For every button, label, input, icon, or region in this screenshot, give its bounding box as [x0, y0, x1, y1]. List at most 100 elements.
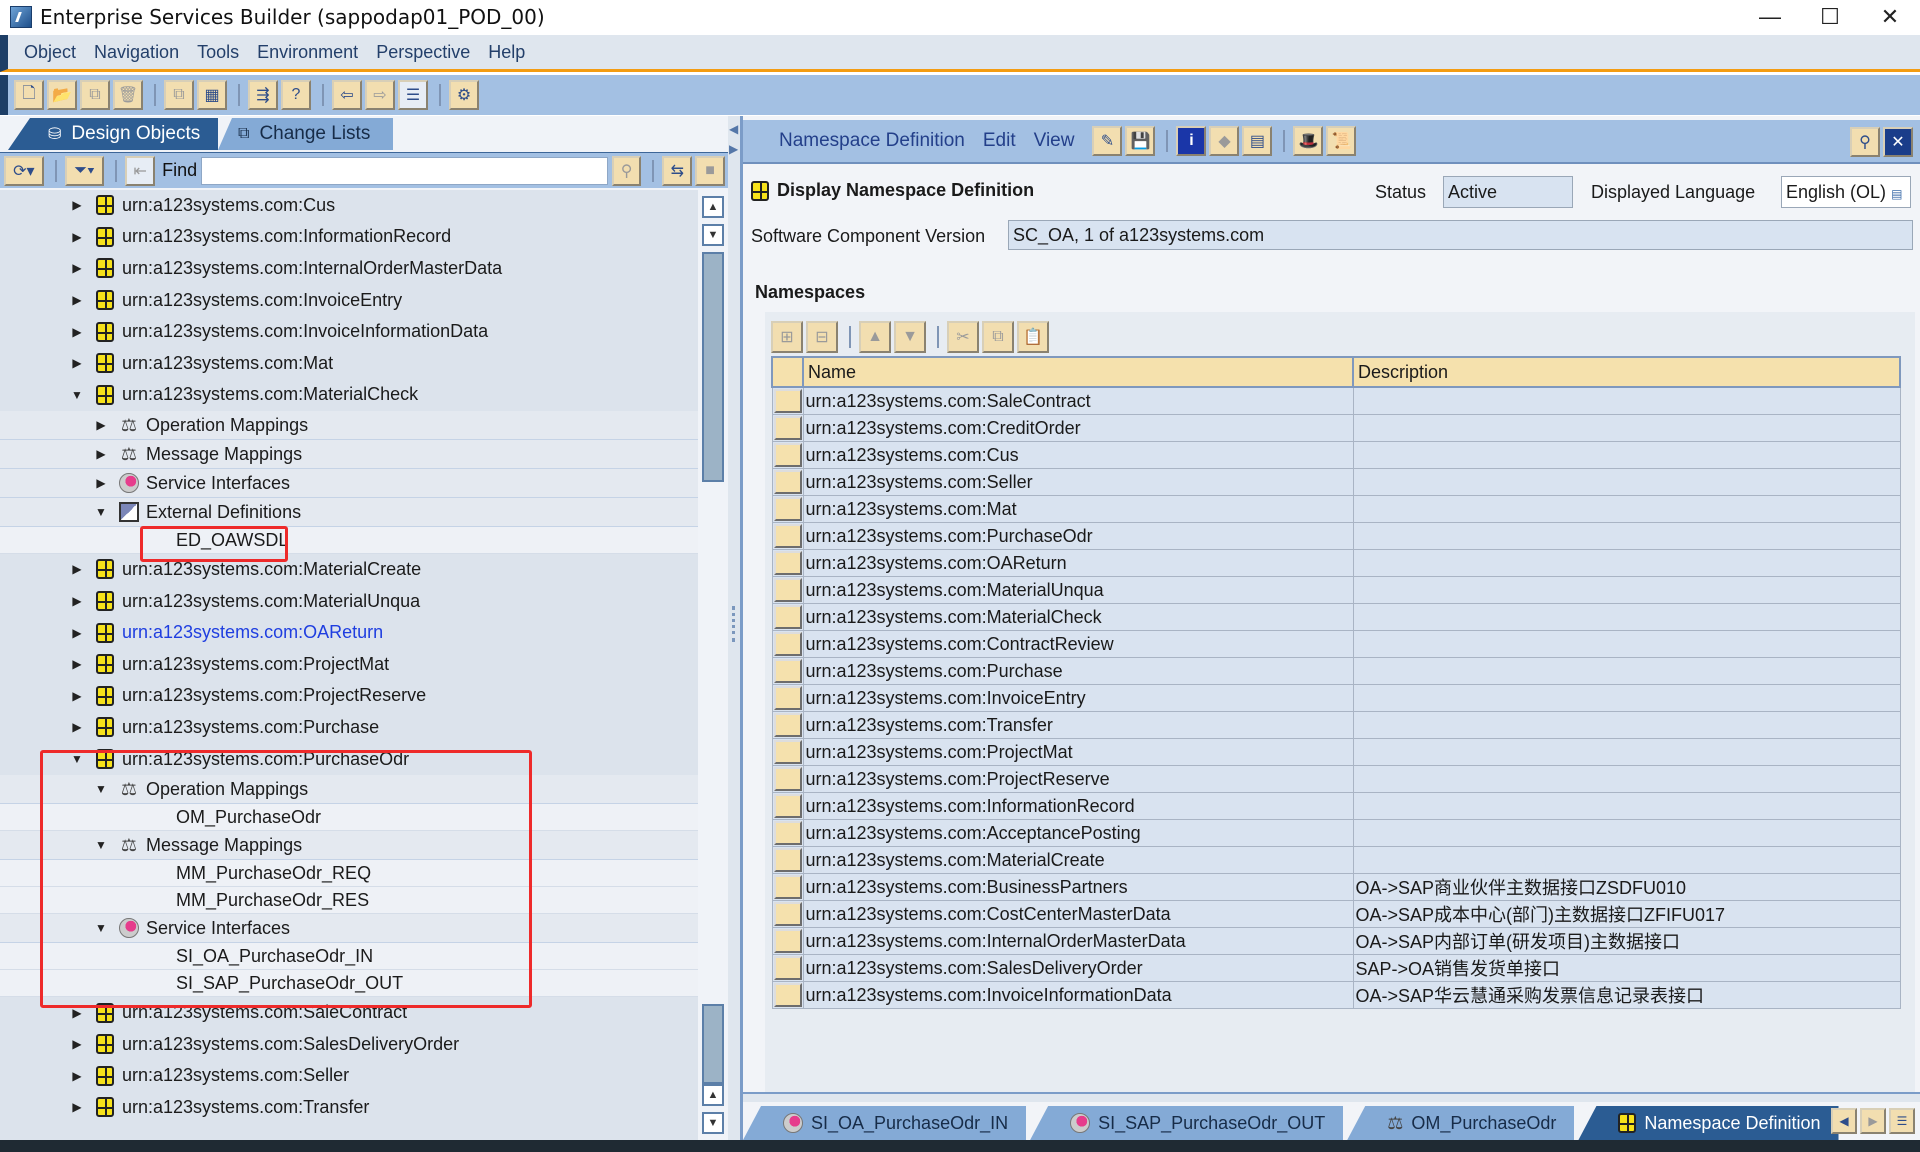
binoculars-icon[interactable]: ⚲ [611, 155, 642, 186]
scrollbar-thumb[interactable] [702, 1004, 724, 1084]
row-selector[interactable] [771, 846, 804, 874]
namespace-name-cell[interactable]: urn:a123systems.com:ContractReview [802, 630, 1354, 658]
expand-arrow-right-icon[interactable]: ▶ [94, 447, 108, 461]
expand-arrow-right-icon[interactable]: ▶ [70, 1006, 84, 1020]
scroll-up-button[interactable]: ▲ [702, 1084, 724, 1106]
table-row[interactable]: urn:a123systems.com:Mat [771, 495, 1901, 523]
sync-button[interactable]: ⇆ [662, 155, 693, 186]
menu-help[interactable]: Help [488, 42, 525, 63]
row-selector[interactable] [771, 900, 804, 928]
namespace-name-cell[interactable]: urn:a123systems.com:SalesDeliveryOrder [802, 954, 1354, 982]
expand-arrow-right-icon[interactable]: ▶ [70, 562, 84, 576]
namespace-name-cell[interactable]: urn:a123systems.com:ProjectReserve [802, 765, 1354, 793]
row-selector[interactable] [771, 603, 804, 631]
expand-arrow-right-icon[interactable]: ▶ [70, 720, 84, 734]
close-editor-icon[interactable]: ✕ [1883, 127, 1913, 157]
row-selector[interactable] [771, 414, 804, 442]
tree-item[interactable]: ▼ ⚖ Operation Mappings [0, 775, 698, 805]
namespace-name-cell[interactable]: urn:a123systems.com:Mat [802, 495, 1354, 523]
namespace-name-cell[interactable]: urn:a123systems.com:CostCenterMasterData [802, 900, 1354, 928]
table-row[interactable]: urn:a123systems.com:Purchase [771, 657, 1901, 685]
table-row[interactable]: urn:a123systems.com:CostCenterMasterData… [771, 900, 1901, 928]
expand-arrow-right-icon[interactable]: ▶ [70, 1037, 84, 1051]
row-selector[interactable] [771, 386, 804, 415]
language-select[interactable]: English (OL) ▤ [1781, 176, 1911, 208]
menu-edit[interactable]: Edit [983, 130, 1016, 152]
tree-item[interactable]: ▶ urn:a123systems.com:OAReturn [0, 617, 698, 649]
table-row[interactable]: urn:a123systems.com:MaterialCheck [771, 603, 1901, 631]
namespace-name-cell[interactable]: urn:a123systems.com:Seller [802, 468, 1354, 496]
collapse-left-icon[interactable]: ◀ [729, 122, 738, 136]
tree-scrollbar[interactable]: ▲ ▼ ▲ ▼ [698, 190, 728, 1140]
where-used-button[interactable]: ⇶ [248, 80, 278, 110]
tree-item[interactable]: SI_SAP_PurchaseOdr_OUT [0, 970, 698, 998]
menu-view[interactable]: View [1034, 130, 1075, 152]
tab-prev-icon[interactable]: ◀ [1831, 1108, 1857, 1134]
menu-tools[interactable]: Tools [197, 42, 239, 63]
stop-button[interactable]: ■ [695, 155, 725, 186]
tree-item[interactable]: ▶ urn:a123systems.com:ProjectReserve [0, 681, 698, 713]
namespace-name-cell[interactable]: urn:a123systems.com:InvoiceEntry [802, 684, 1354, 712]
paste-icon[interactable]: 📋 [1017, 321, 1049, 353]
close-button[interactable]: ✕ [1860, 0, 1920, 34]
expand-arrow-down-icon[interactable]: ▼ [94, 782, 108, 796]
table-row[interactable]: urn:a123systems.com:OAReturn [771, 549, 1901, 577]
row-selector[interactable] [771, 657, 804, 685]
namespace-name-cell[interactable]: urn:a123systems.com:InformationRecord [802, 792, 1354, 820]
namespace-description-cell[interactable] [1352, 441, 1901, 469]
find-input[interactable] [201, 156, 608, 185]
help-doc-button[interactable]: ? [281, 80, 311, 110]
collapse-find-button[interactable]: ⇤ [125, 155, 156, 186]
namespace-description-cell[interactable] [1352, 846, 1901, 874]
row-selector[interactable] [771, 495, 804, 523]
expand-arrow-right-icon[interactable]: ▶ [70, 356, 84, 370]
tree-item[interactable]: ▶ urn:a123systems.com:Mat [0, 348, 698, 380]
namespace-name-cell[interactable]: urn:a123systems.com:MaterialCreate [802, 846, 1354, 874]
expand-arrow-right-icon[interactable]: ▶ [70, 1069, 84, 1083]
tree-item[interactable]: ▼ urn:a123systems.com:PurchaseOdr [0, 744, 698, 776]
table-row[interactable]: urn:a123systems.com:BusinessPartners OA->… [771, 873, 1901, 901]
namespace-description-cell[interactable] [1352, 522, 1901, 550]
table-row[interactable]: urn:a123systems.com:MaterialCreate [771, 846, 1901, 874]
namespace-name-cell[interactable]: urn:a123systems.com:InvoiceInformationDa… [802, 981, 1354, 1009]
namespace-description-cell[interactable] [1352, 576, 1901, 604]
tree-item[interactable]: ED_OAWSDL [0, 527, 698, 555]
table-row[interactable]: urn:a123systems.com:Seller [771, 468, 1901, 496]
table-row[interactable]: urn:a123systems.com:MaterialUnqua [771, 576, 1901, 604]
row-selector[interactable] [771, 630, 804, 658]
row-selector[interactable] [771, 576, 804, 604]
tree-item[interactable]: ▶ urn:a123systems.com:MaterialCreate [0, 554, 698, 586]
info-icon[interactable]: i [1176, 126, 1207, 156]
table-row[interactable]: urn:a123systems.com:InvoiceInformationDa… [771, 981, 1901, 1009]
cut-icon[interactable]: ✂ [947, 321, 979, 353]
expand-arrow-down-icon[interactable]: ▼ [94, 921, 108, 935]
remove-row-icon[interactable]: ⊟ [806, 321, 838, 353]
namespace-description-cell[interactable]: OA->SAP华云慧通采购发票信息记录表接口 [1352, 981, 1901, 1009]
menu-namespace-definition[interactable]: Namespace Definition [779, 130, 965, 152]
expand-arrow-down-icon[interactable]: ▼ [94, 505, 108, 519]
namespace-description-cell[interactable] [1352, 414, 1901, 442]
editor-tab[interactable]: ⚖ OM_PurchaseOdr [1347, 1106, 1575, 1140]
expand-arrow-right-icon[interactable]: ▶ [70, 626, 84, 640]
tab-next-icon[interactable]: ▶ [1860, 1108, 1886, 1134]
forward-button[interactable]: ⇨ [365, 80, 395, 110]
filter-button[interactable]: ⏷▾ [64, 155, 105, 186]
table-row[interactable]: urn:a123systems.com:ProjectReserve [771, 765, 1901, 793]
copy-object-button[interactable]: ⧉ [164, 80, 194, 110]
tree-item[interactable]: ▶ urn:a123systems.com:InvoiceEntry [0, 285, 698, 317]
tree-item[interactable]: ▶ urn:a123systems.com:InternalOrderMaster… [0, 253, 698, 285]
table-row[interactable]: urn:a123systems.com:AcceptancePosting [771, 819, 1901, 847]
tree-item[interactable]: ▶ urn:a123systems.com:SaleContract [0, 997, 698, 1029]
row-selector[interactable] [771, 819, 804, 847]
tree-item[interactable]: ▶ urn:a123systems.com:Transfer [0, 1092, 698, 1124]
expand-arrow-right-icon[interactable]: ▶ [70, 657, 84, 671]
table-row[interactable]: urn:a123systems.com:CreditOrder [771, 414, 1901, 442]
panel-splitter[interactable]: ◀ ▶ [728, 116, 740, 1140]
expand-arrow-right-icon[interactable]: ▶ [70, 325, 84, 339]
table-row[interactable]: urn:a123systems.com:ContractReview [771, 630, 1901, 658]
namespace-description-cell[interactable] [1352, 819, 1901, 847]
scrollbar-thumb[interactable] [702, 252, 724, 482]
table-row[interactable]: urn:a123systems.com:SalesDeliveryOrder SA… [771, 954, 1901, 982]
tree-item[interactable]: ▼ External Definitions [0, 498, 698, 528]
new-object-button[interactable]: 🗋 [14, 80, 44, 110]
